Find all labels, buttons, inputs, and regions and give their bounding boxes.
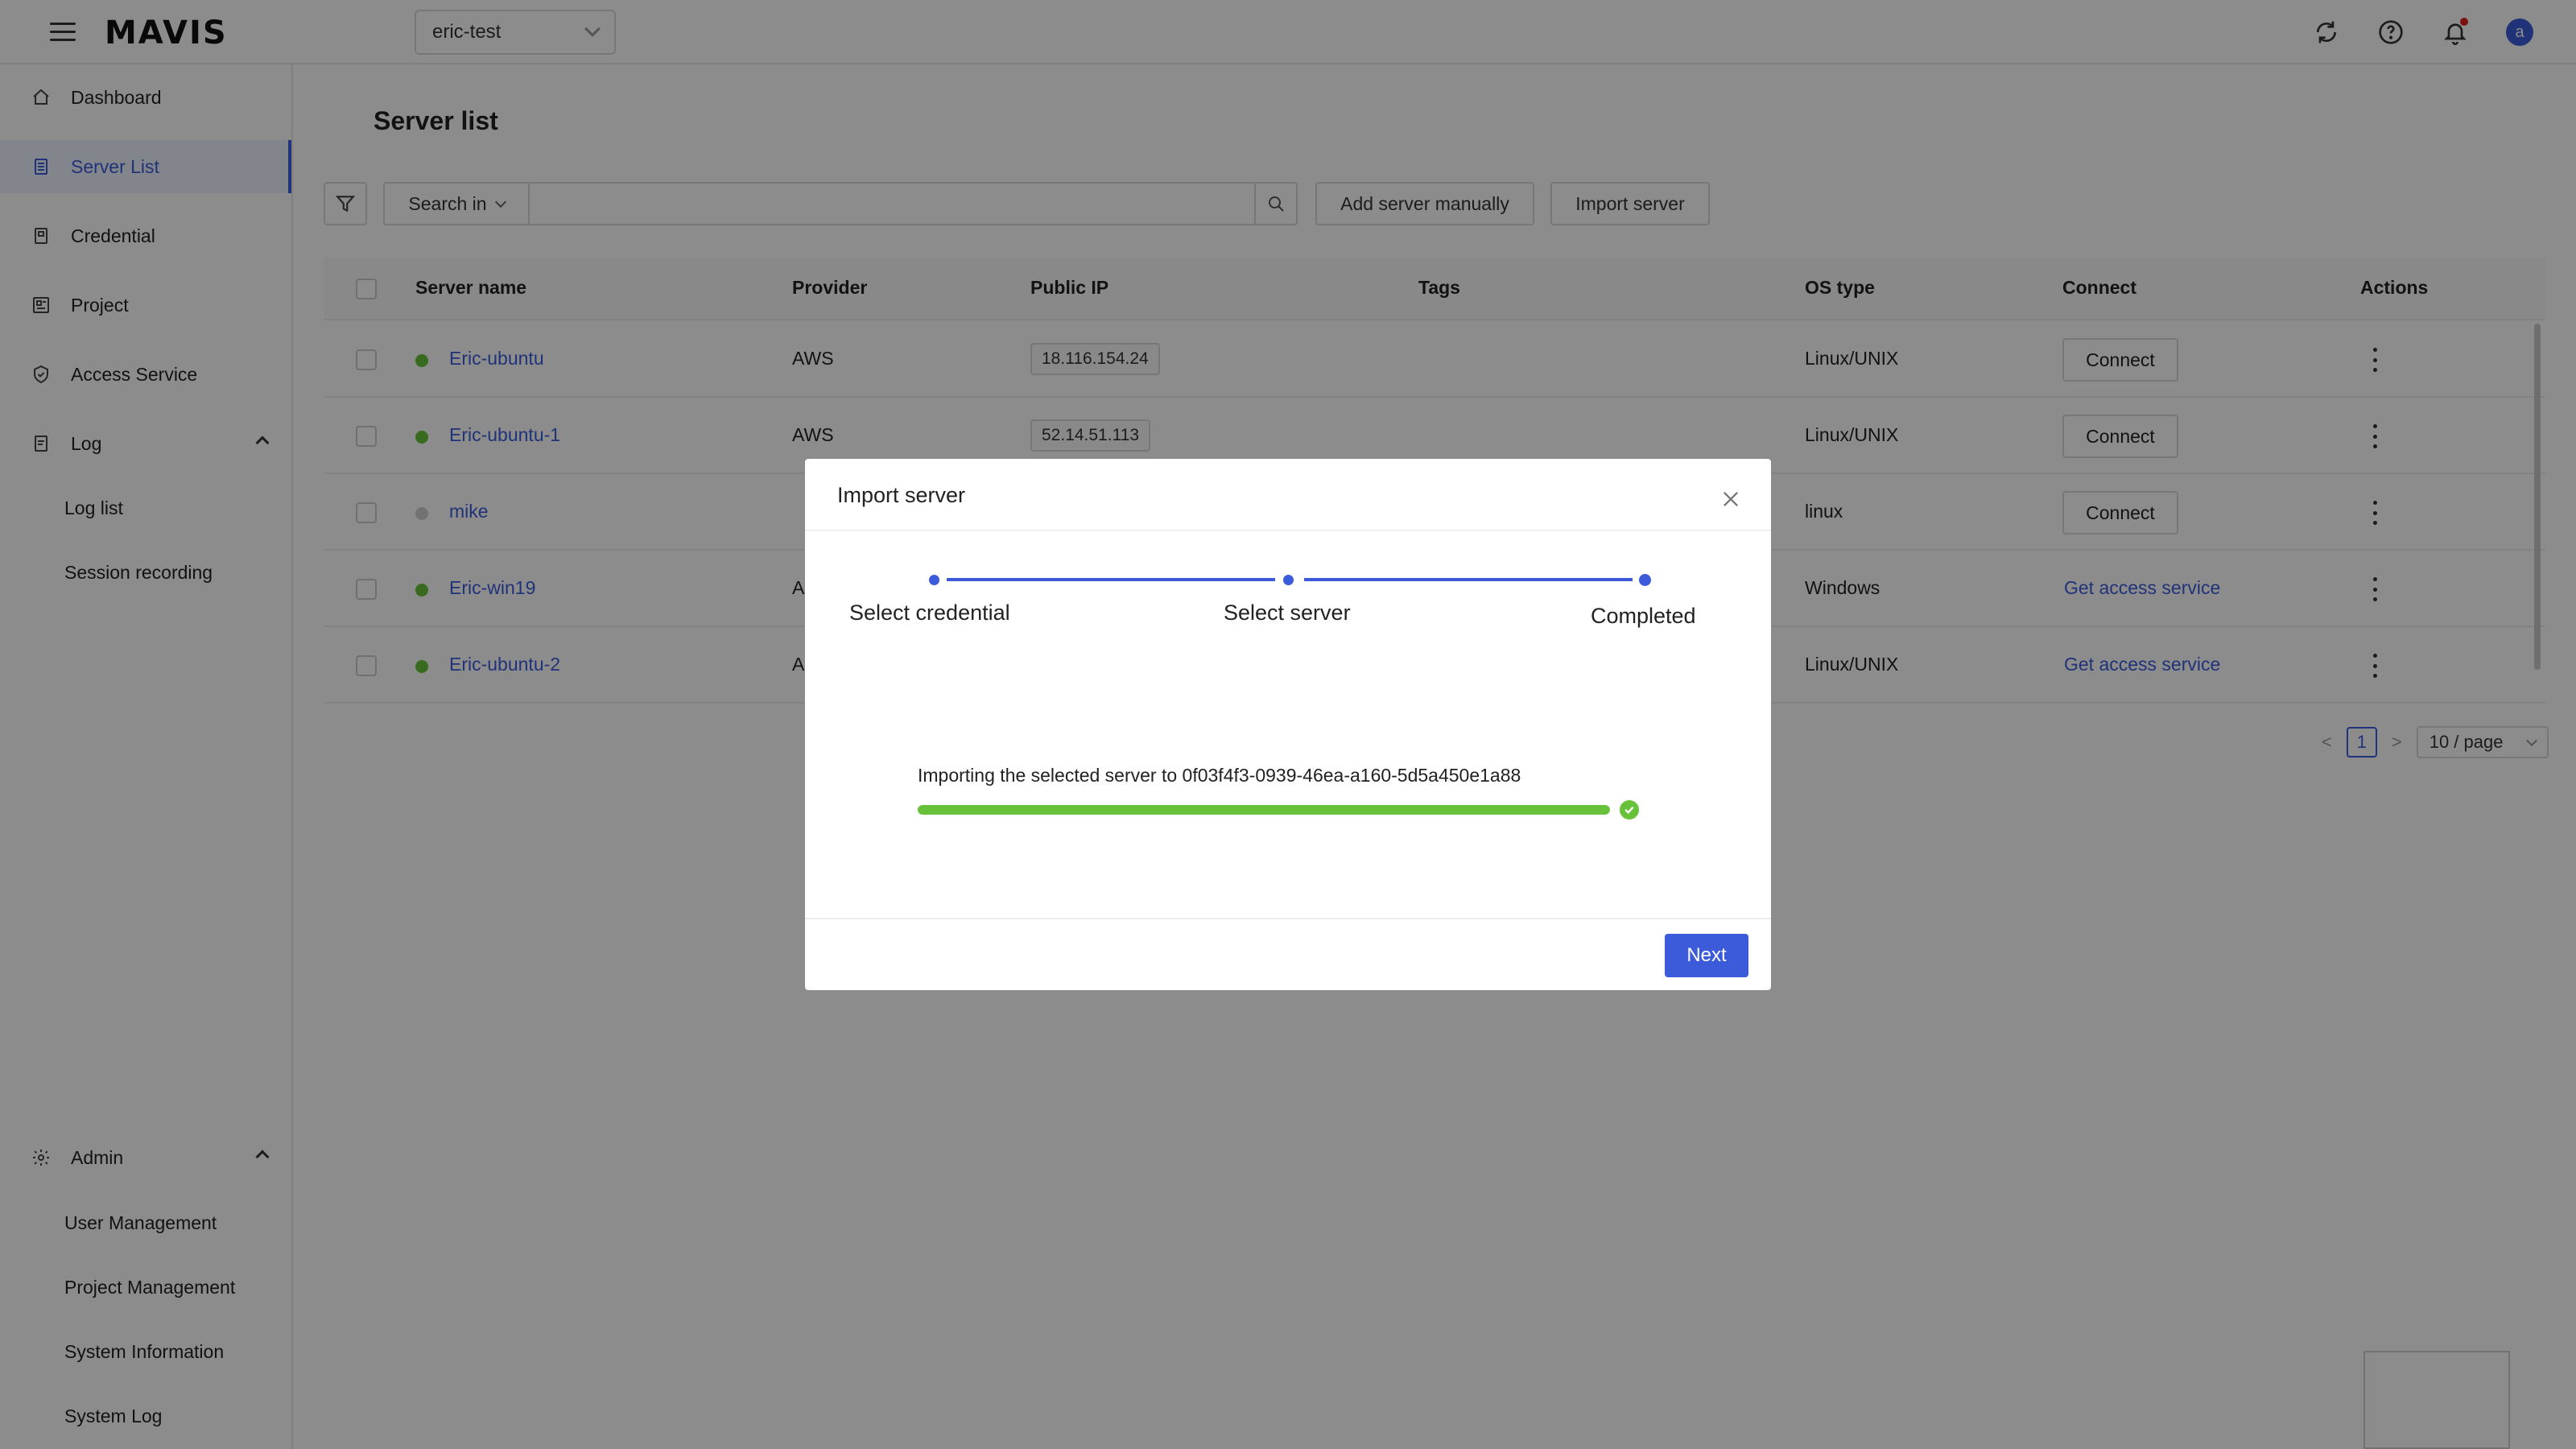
step-indicator: Select credential Select server Complete… — [805, 564, 1771, 636]
step-dot-3 — [1639, 574, 1651, 586]
step-label-select-credential: Select credential — [849, 601, 1010, 625]
modal-footer: Next — [805, 918, 1771, 990]
next-button[interactable]: Next — [1665, 934, 1748, 977]
step-label-completed: Completed — [1591, 604, 1696, 628]
progress-bar — [918, 805, 1610, 815]
import-server-modal: Import server Select credential Select s… — [805, 459, 1771, 990]
close-icon — [1724, 492, 1738, 506]
step-dot-1 — [929, 575, 939, 585]
step-connector — [947, 578, 1275, 581]
close-button[interactable] — [1719, 488, 1742, 510]
modal-header: Import server — [805, 459, 1771, 531]
modal-title: Import server — [837, 483, 966, 507]
step-label-select-server: Select server — [1224, 601, 1351, 625]
check-circle-icon — [1620, 800, 1639, 819]
progress-message: Importing the selected server to 0f03f4f… — [918, 765, 1521, 786]
step-connector — [1304, 578, 1633, 581]
progress-bar-fill — [918, 805, 1610, 815]
step-dot-2 — [1283, 575, 1294, 585]
